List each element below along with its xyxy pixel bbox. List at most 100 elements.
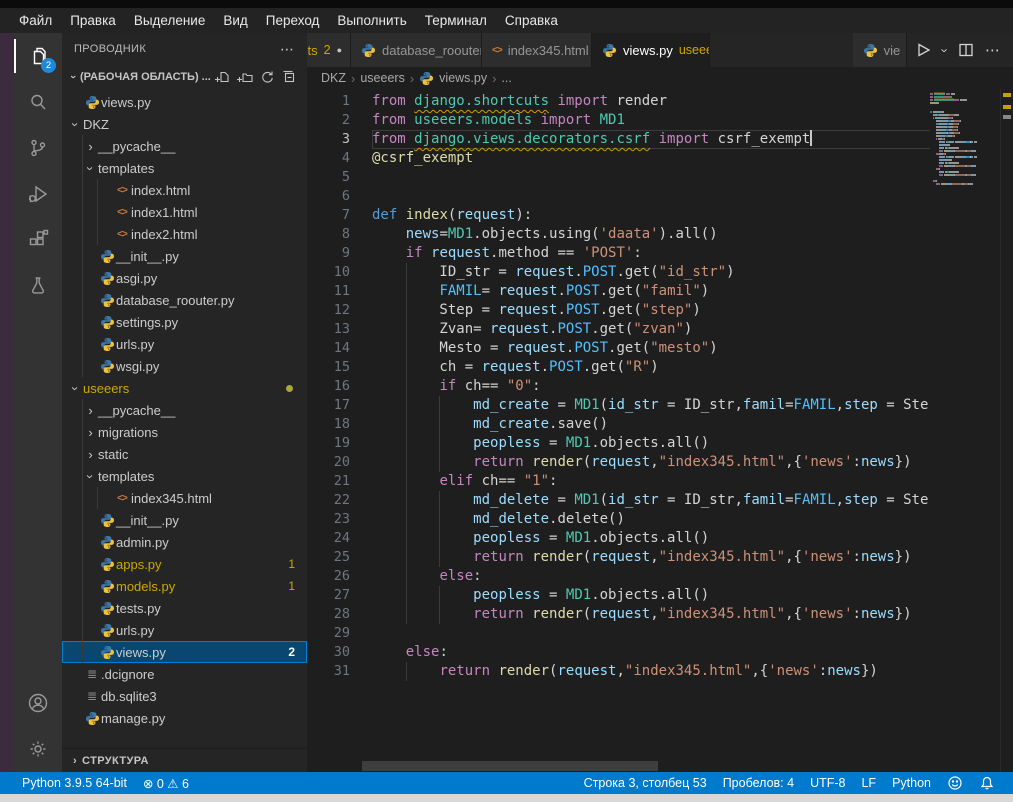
more-actions-icon[interactable]: ⋯ [985,41,1001,59]
tree-file-apps-py[interactable]: apps.py1 [62,553,307,575]
workspace-header[interactable]: › (РАБОЧАЯ ОБЛАСТЬ) ... [62,65,307,89]
activity-source-control-button[interactable] [14,125,62,171]
tree-file--init-py[interactable]: __init__.py [62,509,307,531]
tree-file-urls-py[interactable]: urls.py [62,619,307,641]
activity-search-button[interactable] [14,79,62,125]
tree-folder--pycache-[interactable]: ›__pycache__ [62,399,307,421]
tab-database-roouter-py[interactable]: database_roouter.py [351,33,482,67]
breadcrumb-item[interactable]: DKZ [321,71,346,85]
activity-settings-button[interactable] [14,726,62,772]
code-token: import [659,131,710,147]
tree-file-index2-html[interactable]: <>index2.html [62,223,307,245]
split-editor-icon[interactable] [957,41,975,59]
tree-file-asgi-py[interactable]: asgi.py [62,267,307,289]
breadcrumb-item[interactable]: views.py [439,71,487,85]
menu-item-файл[interactable]: Файл [10,11,61,30]
tree-file-database-roouter-py[interactable]: database_roouter.py [62,289,307,311]
code-token: }) [895,606,912,622]
python-icon [100,557,115,572]
tree-file-models-py[interactable]: models.py1 [62,575,307,597]
tree-file-db-sqlite3[interactable]: ≣db.sqlite3 [62,685,307,707]
status-problems[interactable]: ⊗ 0 ⚠ 6 [135,772,197,794]
breadcrumb-item[interactable]: useeers [360,71,404,85]
code-line-23: md_delete.delete() [372,510,1013,529]
tree-file-wsgi-py[interactable]: wsgi.py [62,355,307,377]
outline-section-header[interactable]: › СТРУКТУРА [62,748,307,772]
tree-file-index1-html[interactable]: <>index1.html [62,201,307,223]
status-encoding[interactable]: UTF-8 [802,772,853,794]
menu-item-вид[interactable]: Вид [214,11,256,30]
activity-account-button[interactable] [14,680,62,726]
run-icon[interactable] [913,40,933,60]
tree-file--init-py[interactable]: __init__.py [62,245,307,267]
tree-folder-templates[interactable]: ›templates [62,465,307,487]
tree-file--dcignore[interactable]: ≣.dcignore [62,663,307,685]
html-file-icon: <> [113,185,131,196]
code-token [406,112,414,128]
code-token: .get( [608,340,650,356]
tab-index345-html[interactable]: <>index345.html [482,33,592,67]
tree-file-index345-html[interactable]: <>index345.html [62,487,307,509]
code-editor[interactable]: 1234567891011121314151617181920212223242… [307,89,1013,772]
python-file-icon [98,359,116,374]
breadcrumb-item[interactable]: ... [501,71,511,85]
tree-file-index-html[interactable]: <>index.html [62,179,307,201]
tree-folder-dkz[interactable]: ›DKZ [62,113,307,135]
minimap[interactable] [930,89,1000,772]
code-token: news [861,454,895,470]
line-number: 2 [307,111,350,130]
menu-item-справка[interactable]: Справка [496,11,567,30]
tree-folder-useeers[interactable]: ›useeers [62,377,307,399]
overview-ruler[interactable] [1000,89,1013,772]
menu-item-терминал[interactable]: Терминал [416,11,496,30]
breadcrumb[interactable]: DKZ›useeers›views.py›... [307,67,1013,89]
code-token [406,131,414,147]
new-folder-icon[interactable] [237,69,253,85]
activity-run-debug-button[interactable] [14,171,62,217]
tree-file-settings-py[interactable]: settings.py [62,311,307,333]
status-cursor-position[interactable]: Строка 3, столбец 53 [576,772,715,794]
menu-item-правка[interactable]: Правка [61,11,125,30]
line-number: 23 [307,510,350,529]
tree-file-manage-py[interactable]: manage.py [62,707,307,729]
tab-vie[interactable]: vie [853,33,907,67]
refresh-icon[interactable] [259,69,275,85]
collapse-all-icon[interactable] [281,69,297,85]
tree-folder--pycache-[interactable]: ›__pycache__ [62,135,307,157]
code-content[interactable]: from django.shortcuts import renderfrom … [367,89,1013,772]
new-file-icon[interactable] [215,69,231,85]
menu-item-выполнить[interactable]: Выполнить [328,11,415,30]
status-notifications-button[interactable] [971,772,1003,794]
activity-extensions-button[interactable] [14,217,62,263]
tree-file-views-py[interactable]: views.py [62,91,307,113]
tree-file-admin-py[interactable]: admin.py [62,531,307,553]
tab-diiits[interactable]: diiits2● [307,33,351,67]
status-eol[interactable]: LF [853,772,884,794]
menu-item-выделение[interactable]: Выделение [125,11,215,30]
indent-guide [82,553,83,575]
tree-file-tests-py[interactable]: tests.py [62,597,307,619]
code-token: request [591,454,650,470]
tree-folder-static[interactable]: ›static [62,443,307,465]
tree-file-urls-py[interactable]: urls.py [62,333,307,355]
more-actions-icon[interactable]: ⋯ [280,41,295,58]
tree-folder-migrations[interactable]: ›migrations [62,421,307,443]
menu-item-переход[interactable]: Переход [257,11,329,30]
tree-folder-templates[interactable]: ›templates [62,157,307,179]
status-python-interpreter[interactable]: Python 3.9.5 64-bit [14,772,135,794]
status-language-mode[interactable]: Python [884,772,939,794]
activity-explorer-button[interactable]: 2 [14,33,62,79]
tab-views-py[interactable]: views.pyuseeers 2✕ [592,33,710,67]
run-dropdown-icon[interactable]: › [937,48,952,52]
window-top-strip [0,0,1013,8]
status-indentation[interactable]: Пробелов: 4 [715,772,802,794]
python-icon [100,601,115,616]
code-token: . [557,283,565,299]
tree-item-label: __init__.py [116,249,179,264]
code-token: ,{ [751,663,768,679]
chevron-down-icon: › [67,70,79,84]
status-feedback-button[interactable] [939,772,971,794]
horizontal-scrollbar[interactable] [362,761,658,771]
tree-file-views-py[interactable]: views.py2 [62,641,307,663]
activity-testing-button[interactable] [14,263,62,309]
